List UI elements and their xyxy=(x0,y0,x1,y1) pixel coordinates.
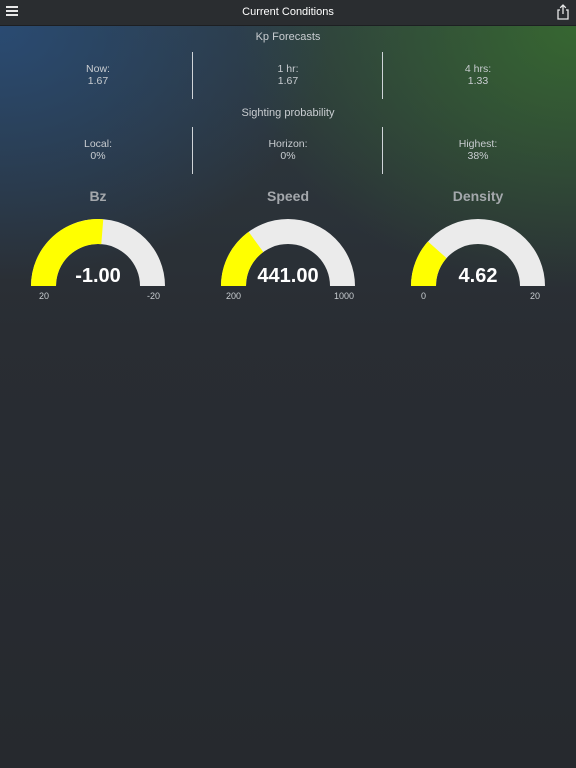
bz-gauge-min-label: 20 xyxy=(39,291,50,301)
kp-1hr-label: 1 hr: xyxy=(277,63,299,75)
sighting-horizon-cell: Horizon: 0% xyxy=(193,127,383,175)
sighting-horizon-value: 0% xyxy=(280,150,296,162)
speed-gauge: Speed 441.00 200 1000 xyxy=(218,186,358,306)
speed-gauge-min-label: 200 xyxy=(226,291,242,301)
kp-1hr-cell: 1 hr: 1.67 xyxy=(193,52,383,100)
sighting-highest-cell: Highest: 38% xyxy=(383,127,573,175)
bz-gauge-title: Bz xyxy=(89,188,107,204)
density-gauge-max-label: 20 xyxy=(529,291,540,301)
kp-4hrs-label: 4 hrs: xyxy=(464,63,492,75)
sighting-local-label: Local: xyxy=(83,138,113,150)
kp-now-label: Now: xyxy=(86,63,110,75)
bz-gauge-max-label: -20 xyxy=(146,291,160,301)
sighting-horizon-label: Horizon: xyxy=(268,138,308,150)
density-gauge-value: 4.62 xyxy=(458,265,498,287)
top-bar: Current Conditions xyxy=(0,0,576,26)
kp-4hrs-value: 1.33 xyxy=(467,75,489,87)
density-gauge: Density 4.62 0 20 xyxy=(408,186,548,306)
speed-gauge-max-label: 1000 xyxy=(333,291,354,301)
kp-forecasts-row: Now: 1.67 1 hr: 1.67 4 hrs: 1.33 xyxy=(0,52,576,100)
sighting-highest-value: 38% xyxy=(467,150,489,162)
bz-gauge-value: -1.00 xyxy=(75,265,121,287)
kp-now-value: 1.67 xyxy=(87,75,109,87)
kp-forecasts-title: Kp Forecasts xyxy=(255,31,321,43)
kp-1hr-value: 1.67 xyxy=(277,75,299,87)
density-gauge-min-label: 0 xyxy=(421,291,427,301)
kp-4hrs-cell: 4 hrs: 1.33 xyxy=(383,52,573,100)
speed-gauge-title: Speed xyxy=(266,188,309,204)
sighting-local-value: 0% xyxy=(90,150,106,162)
density-gauge-title: Density xyxy=(452,188,504,204)
sighting-local-cell: Local: 0% xyxy=(3,127,193,175)
kp-now-cell: Now: 1.67 xyxy=(3,52,193,100)
share-icon[interactable] xyxy=(556,4,570,20)
sighting-highest-label: Highest: xyxy=(458,138,498,150)
sighting-row: Local: 0% Horizon: 0% Highest: 38% xyxy=(0,127,576,175)
page-title: Current Conditions xyxy=(242,6,334,18)
bz-gauge: Bz -1.00 20 -20 xyxy=(28,186,168,306)
speed-gauge-value: 441.00 xyxy=(257,265,319,287)
sighting-probability-title: Sighting probability xyxy=(241,107,335,119)
